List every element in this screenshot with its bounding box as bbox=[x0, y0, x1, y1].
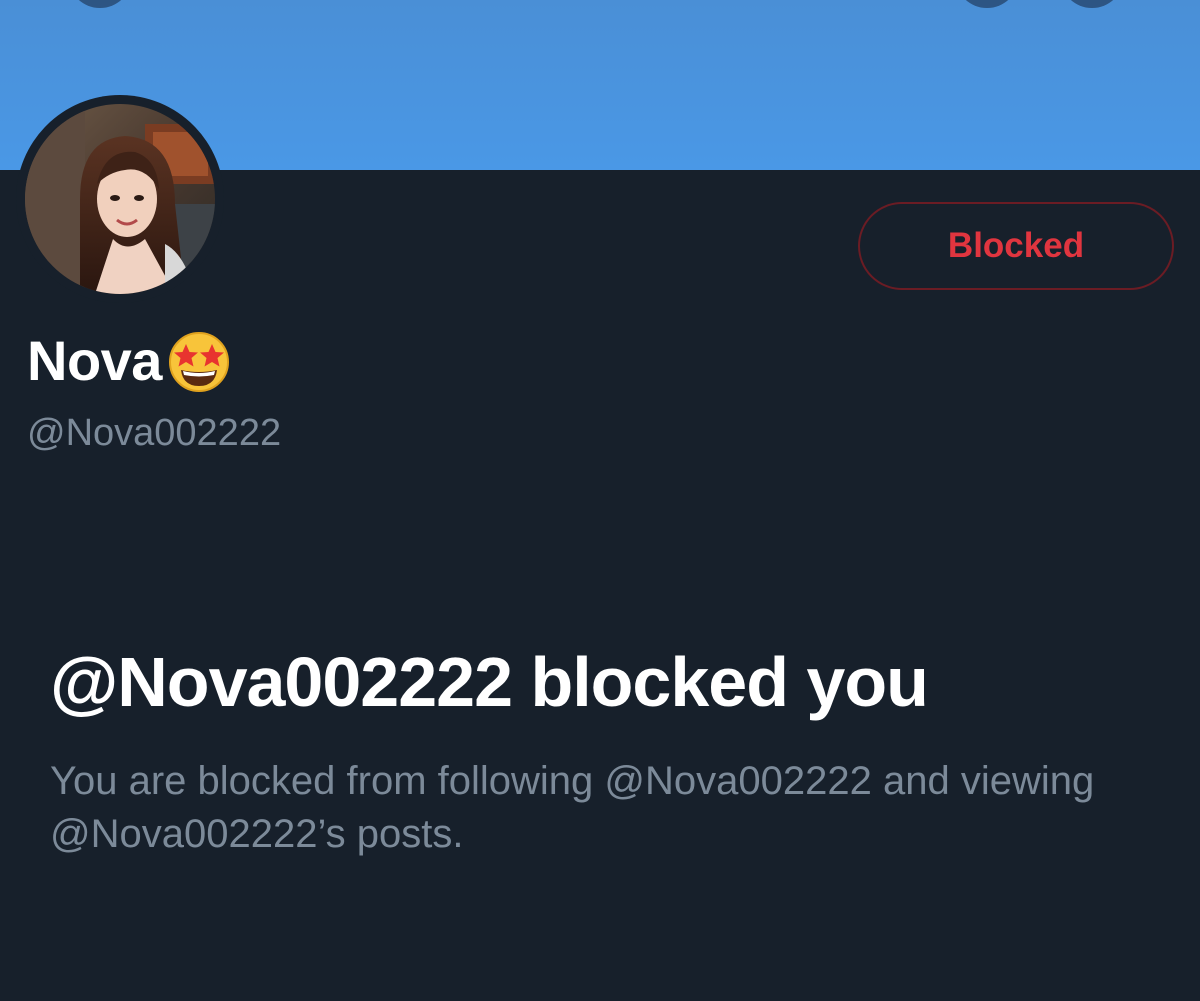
display-name: Nova bbox=[27, 328, 232, 394]
blocked-headline: @Nova002222 blocked you bbox=[50, 643, 929, 721]
blocked-button[interactable]: Blocked bbox=[858, 202, 1174, 290]
star-struck-emoji-icon bbox=[166, 328, 232, 394]
profile-page: Blocked Nova @Nova002222 @Nova002222 blo… bbox=[0, 0, 1200, 1001]
more-options-icon[interactable] bbox=[1060, 0, 1124, 8]
display-name-text: Nova bbox=[27, 329, 162, 392]
avatar[interactable] bbox=[25, 104, 215, 294]
search-icon[interactable] bbox=[955, 0, 1019, 8]
profile-handle: @Nova002222 bbox=[27, 412, 282, 454]
back-arrow-icon[interactable] bbox=[68, 0, 132, 8]
avatar-photo bbox=[25, 104, 215, 294]
blocked-message: You are blocked from following @Nova0022… bbox=[50, 759, 1095, 856]
